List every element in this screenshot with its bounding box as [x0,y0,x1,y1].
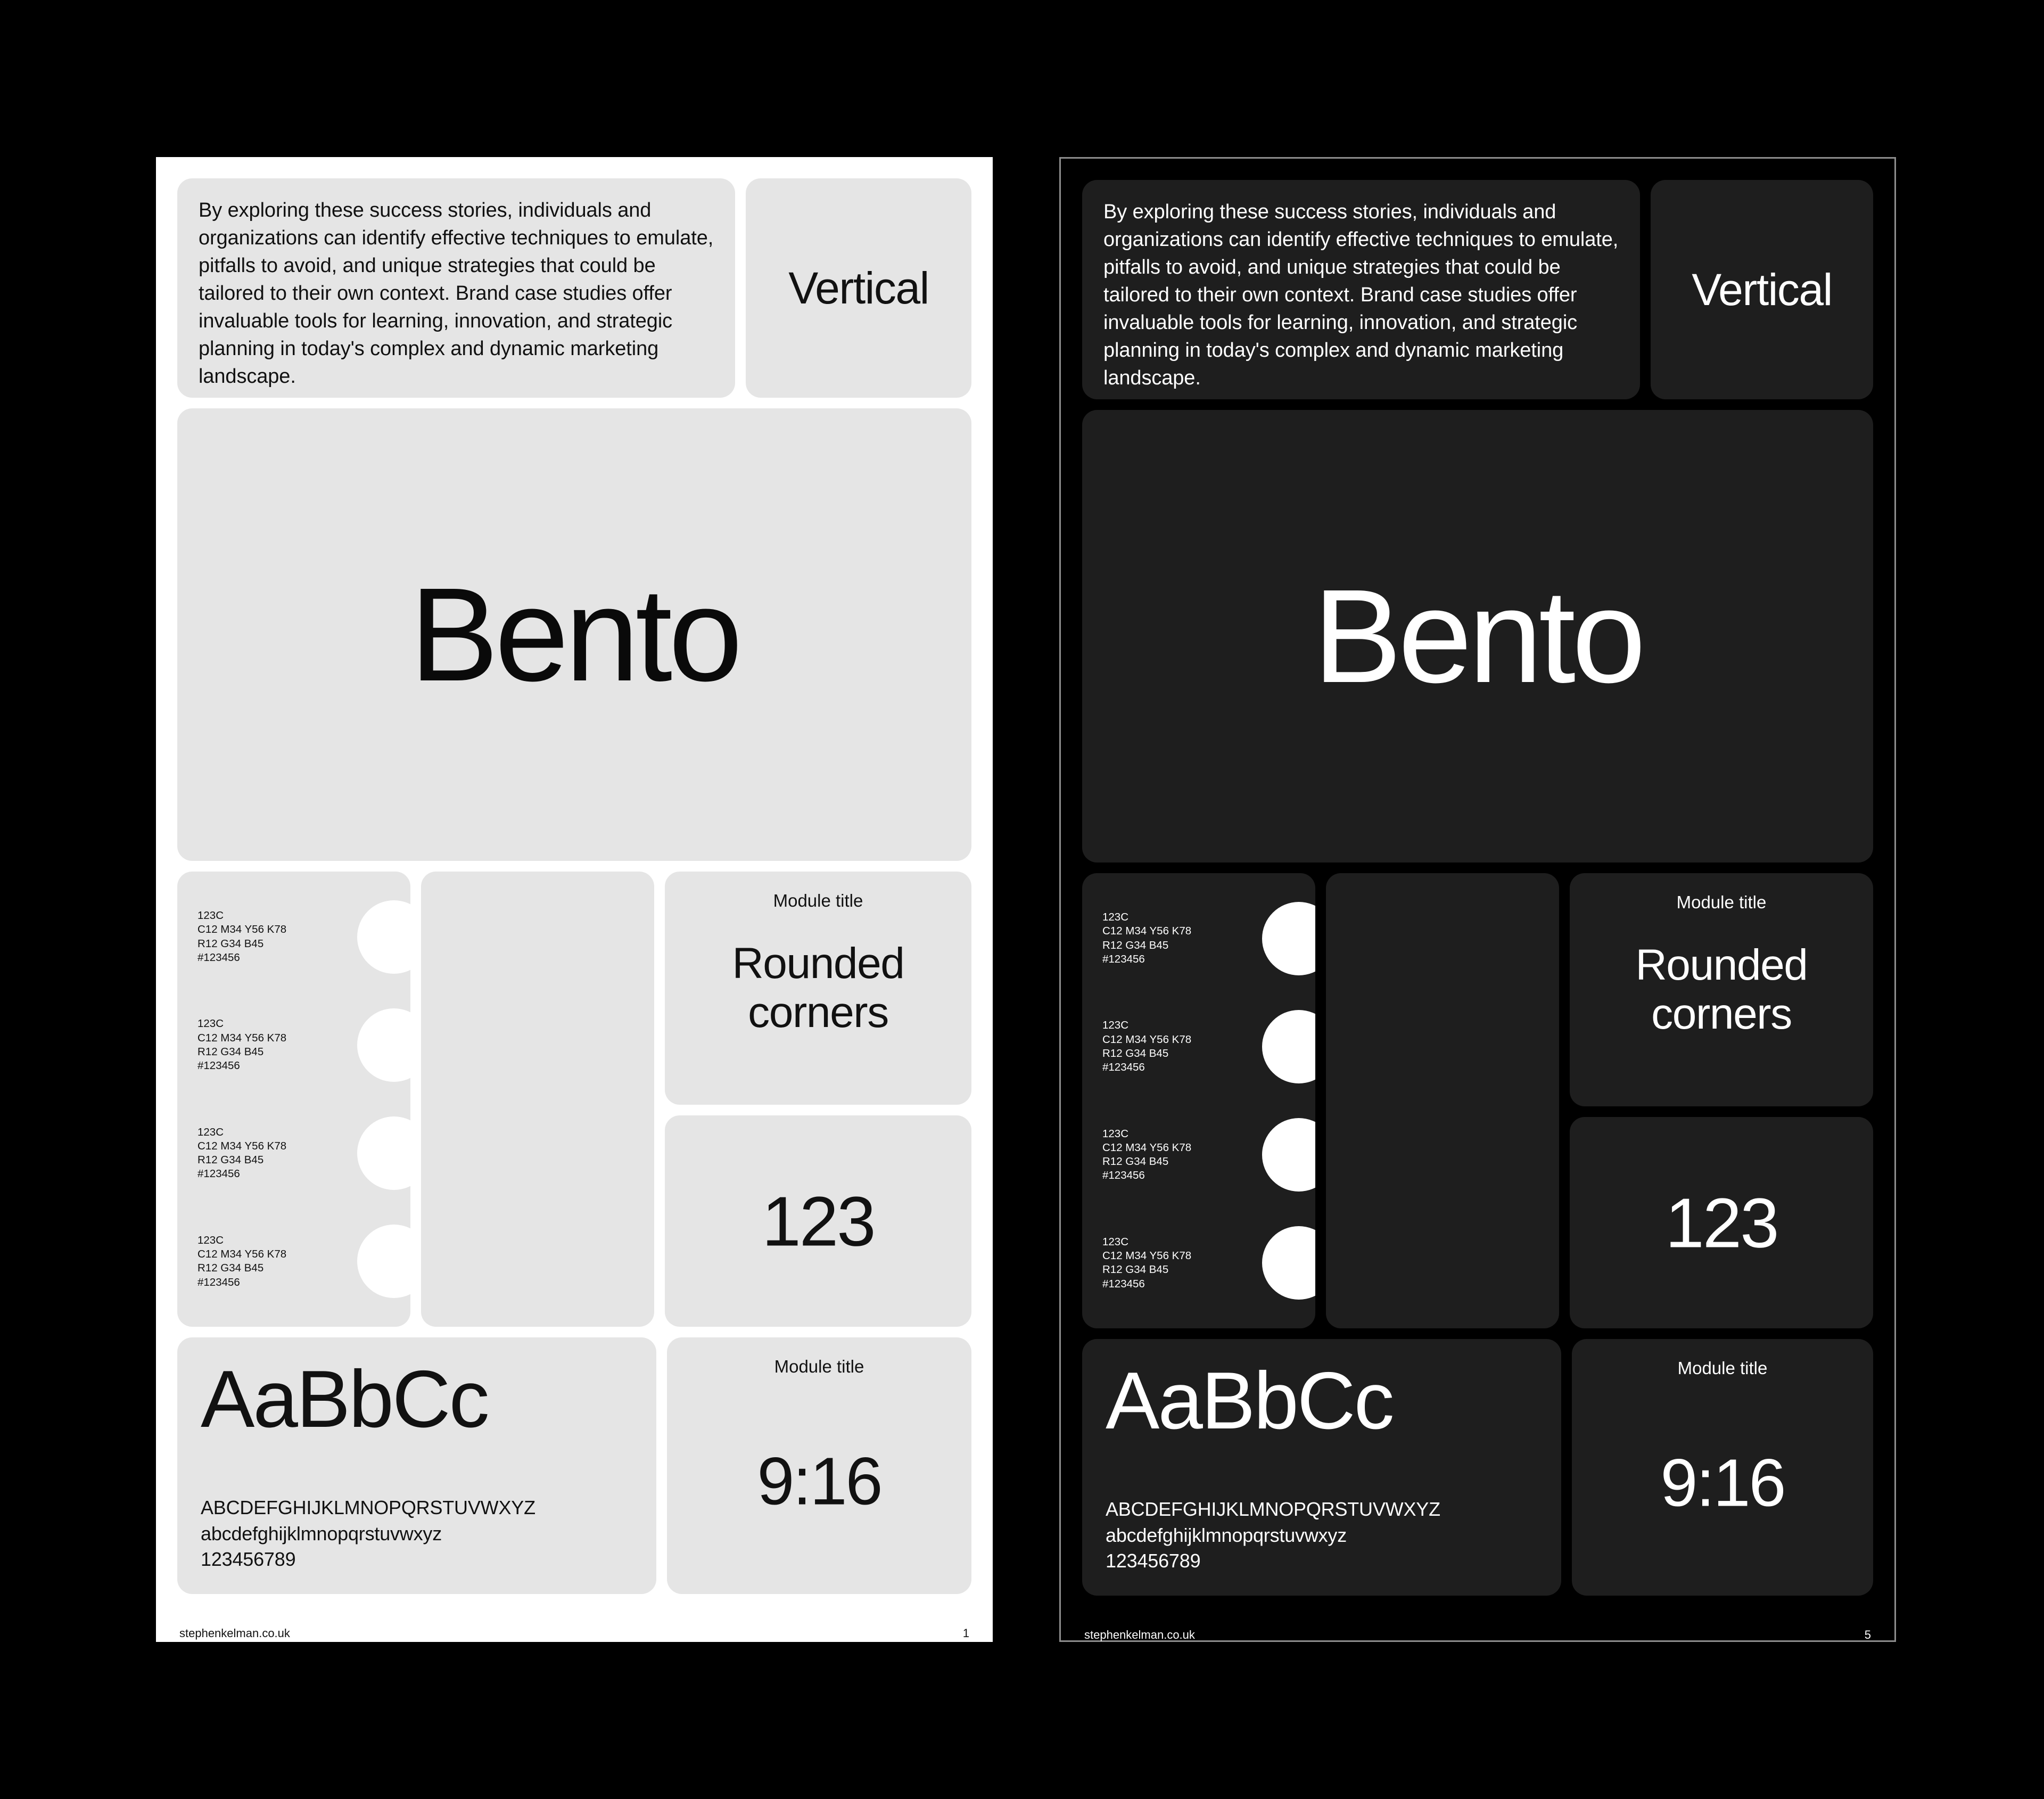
hero-module: Bento [177,408,971,861]
swatch-right-column: Module title Rounded corners 123 [1570,873,1873,1328]
swatch-meta-1: 123C C12 M34 Y56 K78 R12 G34 B45 #123456 [197,1017,287,1072]
module-title: Module title [774,1357,864,1376]
type-specimen: AaBbCc [1106,1356,1395,1446]
swatch-circle-icon [1262,1009,1315,1083]
swatch-meta-3: 123C C12 M34 Y56 K78 R12 G34 B45 #123456 [197,1234,287,1288]
number-value: 123 [1665,1184,1779,1262]
swatch-right-column: Module title Rounded corners 123 [665,872,971,1327]
typography-module: AaBbCc ABCDEFGHIJKLMNOPQRSTUVWXYZ abcdef… [1082,1339,1561,1596]
charset-numerals: 123456789 [201,1548,296,1571]
poster-footer-light: stephenkelman.co.uk 1 [177,1594,971,1673]
grid-row-intro: By exploring these success stories, indi… [1082,180,1873,399]
blank-module [421,872,654,1327]
module-title: Module title [773,891,863,910]
hero-word: Bento [409,560,743,709]
swatch-item: 123C C12 M34 Y56 K78 R12 G34 B45 #123456 [1102,1219,1315,1307]
module-center: 9:16 [667,1442,971,1519]
swatch-meta-1: 123C C12 M34 Y56 K78 R12 G34 B45 #123456 [1102,1019,1192,1074]
poster-dark: By exploring these success stories, indi… [1059,157,1896,1642]
charset-lowercase: abcdefghijklmnopqrstuvwxyz [1106,1524,1347,1546]
swatch-circle-icon [1262,1226,1315,1300]
swatch-item: 123C C12 M34 Y56 K78 R12 G34 B45 #123456 [1102,894,1315,982]
charset-uppercase: ABCDEFGHIJKLMNOPQRSTUVWXYZ [201,1497,535,1519]
swatch-circle-icon [357,1225,410,1299]
charset-uppercase: ABCDEFGHIJKLMNOPQRSTUVWXYZ [1106,1498,1440,1521]
blank-module [1326,873,1559,1328]
grid-row-typography: AaBbCc ABCDEFGHIJKLMNOPQRSTUVWXYZ abcdef… [1082,1339,1873,1596]
module-center: 123 [1570,1182,1873,1263]
footer-url[interactable]: stephenkelman.co.uk [1084,1628,1195,1642]
module-title: Module title [1676,892,1767,912]
footer-url[interactable]: stephenkelman.co.uk [179,1627,290,1640]
footer-page-number: 1 [962,1627,969,1640]
grid-row-swatches: 123C C12 M34 Y56 K78 R12 G34 B45 #123456… [177,872,971,1327]
type-charset: ABCDEFGHIJKLMNOPQRSTUVWXYZ abcdefghijklm… [1106,1497,1538,1574]
module-center: 123 [665,1181,971,1261]
vertical-label: Vertical [788,262,929,313]
grid-row-hero: Bento [1082,410,1873,862]
charset-lowercase: abcdefghijklmnopqrstuvwxyz [201,1522,442,1545]
grid-row-hero: Bento [177,408,971,861]
swatch-circle-icon [357,1008,410,1082]
typography-module: AaBbCc ABCDEFGHIJKLMNOPQRSTUVWXYZ abcdef… [177,1337,656,1594]
bento-grid-dark: By exploring these success stories, indi… [1082,180,1873,1596]
body-copy: By exploring these success stories, indi… [199,199,714,388]
rounded-corners-headline: Rounded corners [1635,941,1808,1038]
poster-footer-dark: stephenkelman.co.uk 5 [1082,1596,1873,1674]
rounded-corners-headline: Rounded corners [732,939,904,1037]
rounded-corners-module: Module title Rounded corners [665,872,971,1105]
color-swatch-module: 123C C12 M34 Y56 K78 R12 G34 B45 #123456… [1082,873,1315,1328]
swatch-meta-0: 123C C12 M34 Y56 K78 R12 G34 B45 #123456 [1102,911,1192,965]
hero-module: Bento [1082,410,1873,862]
number-module: 123 [665,1115,971,1327]
body-copy: By exploring these success stories, indi… [1103,201,1619,390]
module-center: 9:16 [1572,1444,1873,1521]
swatch-item: 123C C12 M34 Y56 K78 R12 G34 B45 #123456 [1102,1003,1315,1090]
intro-copy-module: By exploring these success stories, indi… [1082,180,1640,399]
number-module: 123 [1570,1117,1873,1328]
swatch-item: 123C C12 M34 Y56 K78 R12 G34 B45 #123456 [197,1218,410,1305]
swatch-circle-icon [1262,1118,1315,1192]
module-center: Rounded corners [1570,941,1873,1039]
swatch-meta-2: 123C C12 M34 Y56 K78 R12 G34 B45 #123456 [1102,1127,1192,1182]
vertical-label: Vertical [1692,264,1833,315]
type-specimen: AaBbCc [201,1354,490,1444]
module-center: Rounded corners [665,939,971,1037]
hero-word: Bento [1313,562,1646,710]
rounded-corners-module: Module title Rounded corners [1570,873,1873,1106]
footer-page-number: 5 [1864,1628,1871,1641]
vertical-module: Vertical [1651,180,1873,399]
type-charset: ABCDEFGHIJKLMNOPQRSTUVWXYZ abcdefghijklm… [201,1495,633,1573]
swatch-circle-icon [357,1116,410,1190]
poster-light: By exploring these success stories, indi… [156,157,993,1642]
swatch-circle-icon [1262,901,1315,975]
grid-row-intro: By exploring these success stories, indi… [177,178,971,398]
swatch-meta-0: 123C C12 M34 Y56 K78 R12 G34 B45 #123456 [197,909,287,964]
swatch-item: 123C C12 M34 Y56 K78 R12 G34 B45 #123456 [197,1001,410,1089]
swatch-circle-icon [357,900,410,974]
number-value: 123 [762,1182,876,1260]
swatch-item: 123C C12 M34 Y56 K78 R12 G34 B45 #123456 [197,893,410,981]
bento-grid-light: By exploring these success stories, indi… [177,178,971,1594]
swatch-meta-3: 123C C12 M34 Y56 K78 R12 G34 B45 #123456 [1102,1236,1192,1290]
aspect-ratio-value: 9:16 [1660,1445,1786,1521]
charset-numerals: 123456789 [1106,1550,1201,1572]
aspect-ratio-module: Module title 9:16 [1572,1339,1873,1596]
aspect-ratio-value: 9:16 [757,1443,883,1519]
color-swatch-module: 123C C12 M34 Y56 K78 R12 G34 B45 #123456… [177,872,410,1327]
swatch-item: 123C C12 M34 Y56 K78 R12 G34 B45 #123456 [1102,1111,1315,1199]
vertical-module: Vertical [746,178,971,398]
swatch-meta-2: 123C C12 M34 Y56 K78 R12 G34 B45 #123456 [197,1126,287,1180]
module-title: Module title [1677,1358,1768,1378]
intro-copy-module: By exploring these success stories, indi… [177,178,735,398]
grid-row-typography: AaBbCc ABCDEFGHIJKLMNOPQRSTUVWXYZ abcdef… [177,1337,971,1594]
aspect-ratio-module: Module title 9:16 [667,1337,971,1594]
grid-row-swatches: 123C C12 M34 Y56 K78 R12 G34 B45 #123456… [1082,873,1873,1328]
swatch-item: 123C C12 M34 Y56 K78 R12 G34 B45 #123456 [197,1110,410,1197]
canvas: By exploring these success stories, indi… [0,0,2044,1799]
